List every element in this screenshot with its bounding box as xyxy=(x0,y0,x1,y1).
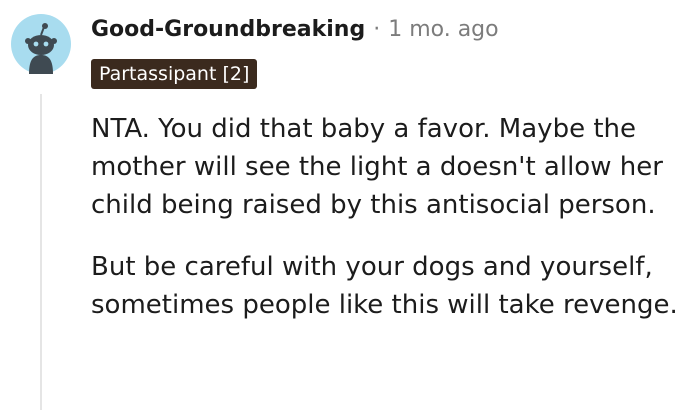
user-avatar[interactable] xyxy=(11,14,71,74)
username-link[interactable]: Good-Groundbreaking xyxy=(91,17,365,42)
comment-paragraph: But be careful with your dogs and yourse… xyxy=(91,252,678,320)
snoo-avatar-icon xyxy=(11,14,71,74)
thread-collapse-line[interactable] xyxy=(40,94,42,410)
comment-header: Good-Groundbreaking · 1 mo. ago xyxy=(91,12,499,46)
comment-timestamp[interactable]: 1 mo. ago xyxy=(388,17,498,42)
comment-paragraph: NTA. You did that baby a favor. Maybe th… xyxy=(91,114,663,220)
comment: Good-Groundbreaking · 1 mo. ago Partassi… xyxy=(0,0,700,410)
meta-separator: · xyxy=(373,16,381,42)
user-flair-badge: Partassipant [2] xyxy=(91,59,258,89)
comment-body: NTA. You did that baby a favor. Maybe th… xyxy=(91,110,691,324)
